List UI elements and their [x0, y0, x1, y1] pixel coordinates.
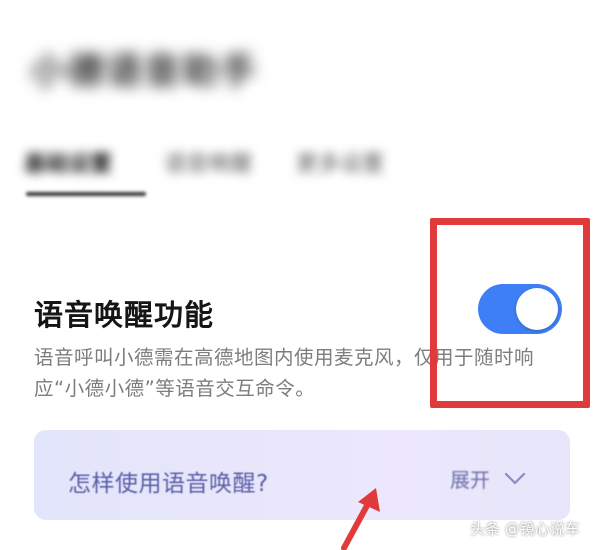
tab-voice-wake[interactable]: 语音唤醒 [164, 146, 252, 178]
expand-label: 展开 [450, 468, 490, 492]
tab-basic-settings[interactable]: 基础设置 [24, 146, 112, 178]
active-tab-indicator [26, 192, 146, 196]
howto-expand-panel[interactable]: 怎样使用语音唤醒? 展开 [34, 430, 570, 520]
expand-control[interactable]: 展开 [450, 464, 526, 493]
howto-question: 怎样使用语音唤醒? [68, 471, 269, 497]
chevron-down-icon [504, 472, 526, 484]
annotation-arrow-icon [341, 488, 380, 550]
voice-wake-title: 语音唤醒功能 [34, 298, 215, 332]
annotation-highlight-box [430, 218, 590, 408]
watermark: 头条 @镜心说车 [470, 520, 580, 538]
tab-more-settings[interactable]: 更多设置 [296, 146, 384, 178]
tab-bar: 基础设置 语音唤醒 更多设置 [24, 142, 584, 202]
page-title: 小德语音助手 [30, 51, 259, 92]
